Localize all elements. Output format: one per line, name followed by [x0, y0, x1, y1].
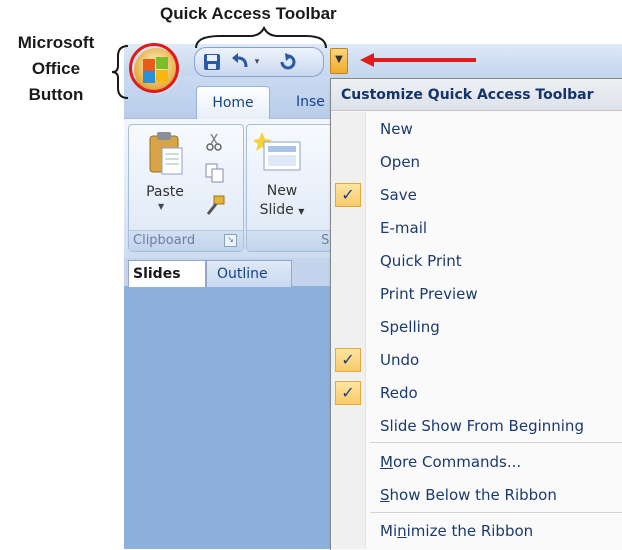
menu-item[interactable]: Redo [380, 382, 418, 404]
cut-icon[interactable] [204, 132, 224, 152]
slides-group-label: Sl [247, 230, 337, 251]
new-slide-label-line: Slide ▼ [259, 202, 305, 218]
menu-item[interactable]: Save [380, 184, 417, 206]
chevron-down-icon[interactable]: ▼ [158, 202, 164, 211]
menu-item[interactable]: Slide Show From Beginning [380, 415, 584, 437]
slides-pane [124, 286, 334, 549]
undo-icon[interactable] [229, 52, 251, 72]
checkmark-icon: ✓ [335, 183, 361, 207]
menu-item-minimize-ribbon[interactable]: Minimize the Ribbon [380, 520, 533, 542]
menu-item[interactable]: Spelling [380, 316, 440, 338]
menu-item[interactable]: Undo [380, 349, 419, 371]
menu-separator [370, 512, 622, 513]
new-slide-label-line: New [266, 183, 298, 199]
annotation-line: Button [28, 85, 84, 104]
menu-header: Customize Quick Access Toolbar [331, 79, 622, 111]
chevron-down-icon: ▼ [298, 207, 305, 216]
menu-item[interactable]: Quick Print [380, 250, 462, 272]
checkmark-icon: ✓ [335, 381, 361, 405]
menu-item-more-commands[interactable]: More Commands... [380, 451, 521, 473]
new-slide-button-label[interactable]: New Slide ▼ [252, 182, 312, 221]
customize-qat-dropdown-icon[interactable]: ▼ [330, 48, 348, 74]
tab-home[interactable]: Home [196, 86, 270, 119]
menu-separator [370, 442, 622, 443]
chevron-down-icon[interactable]: ▾ [251, 52, 263, 72]
menu-item[interactable]: Print Preview [380, 283, 478, 305]
quick-access-toolbar: ▾ [194, 47, 324, 77]
checkmark-icon: ✓ [335, 348, 361, 372]
paste-button-label[interactable]: Paste [140, 184, 190, 200]
office-button-highlight-ring [129, 43, 179, 93]
save-icon[interactable] [201, 52, 223, 72]
copy-icon[interactable] [204, 162, 226, 184]
annotation-office-button: Microsoft Office Button [0, 30, 112, 108]
format-painter-icon[interactable] [204, 194, 226, 216]
menu-item[interactable]: New [380, 118, 413, 140]
tab-slides[interactable]: Slides [128, 260, 206, 287]
new-slide-icon[interactable] [254, 130, 304, 178]
annotation-quick-access-toolbar: Quick Access Toolbar [160, 4, 337, 23]
menu-item[interactable]: E-mail [380, 217, 427, 239]
tab-outline[interactable]: Outline [206, 260, 292, 287]
redo-icon[interactable] [277, 52, 299, 72]
menu-item-show-below-ribbon[interactable]: Show Below the Ribbon [380, 484, 557, 506]
red-arrow-indicator [360, 53, 476, 67]
customize-qat-menu [330, 78, 622, 550]
menu-item[interactable]: Open [380, 151, 420, 173]
annotation-line: Office [31, 59, 81, 78]
dialog-launcher-icon[interactable]: ↘ [224, 234, 237, 247]
annotation-line: Microsoft [17, 33, 95, 52]
menu-gutter [331, 112, 366, 549]
paste-icon[interactable] [146, 130, 186, 178]
